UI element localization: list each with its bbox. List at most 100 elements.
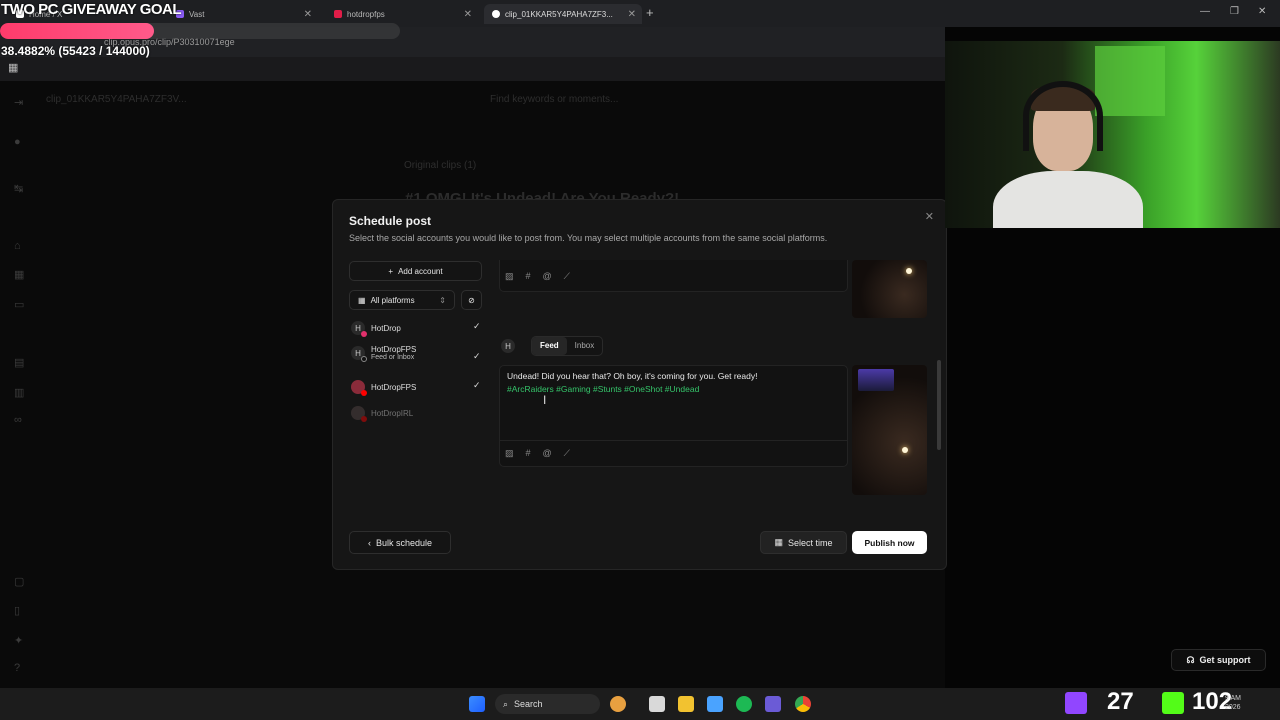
editor-toolbar: ▨ # @ ⟋ (505, 271, 570, 282)
chrome-icon[interactable] (795, 696, 811, 712)
headset-icon: ☊ (1186, 654, 1195, 665)
check-icon: ✓ (473, 351, 481, 361)
chain-icon: ∞ (14, 414, 22, 426)
tab-vast[interactable]: Vast ✕ (168, 4, 318, 24)
avatar-icon: ● (14, 136, 21, 148)
instagram-badge-icon (361, 331, 367, 337)
platform-filter-dropdown[interactable]: ▦ All platforms ⇕ (349, 290, 455, 310)
help-icon: ? (14, 662, 21, 674)
mention-icon[interactable]: @ (543, 271, 552, 282)
account-item-hotdropfps-tiktok[interactable]: H HotDropFPS Feed or Inbox (351, 345, 416, 362)
folder-icon: ▭ (14, 299, 25, 311)
twitch-icon (334, 10, 342, 18)
account-item-hotdropirl[interactable]: HotDropIRL (351, 406, 413, 422)
book-icon: ▯ (14, 605, 21, 617)
add-account-button[interactable]: + Add account (349, 261, 482, 281)
avatar (351, 406, 367, 422)
media-icon[interactable]: ▨ (505, 271, 514, 282)
bg-clip-name: clip_01KKAR5Y4PAHA7ZF3V... (46, 94, 187, 105)
modal-subtitle: Select the social accounts you would lik… (349, 233, 828, 243)
check-icon: ✓ (473, 380, 481, 390)
account-item-hotdrop[interactable]: H HotDrop (351, 321, 401, 337)
close-window-icon[interactable]: ✕ (1258, 6, 1266, 17)
giveaway-progress-bar (0, 23, 400, 39)
hashtag-icon[interactable]: # (526, 448, 531, 459)
magic-wand-icon[interactable]: ⟋ (564, 271, 570, 282)
opus-icon (492, 10, 500, 18)
media-icon[interactable]: ▨ (505, 448, 514, 459)
file-explorer-icon[interactable] (678, 696, 694, 712)
apps-icon: ▦ (14, 269, 25, 281)
bg-original-clips: Original clips (1) (404, 160, 477, 171)
chevron-left-icon: ‹ (367, 537, 371, 548)
post-hashtags: #ArcRaiders #Gaming #Stunts #OneShot #Un… (507, 384, 700, 394)
box-icon: ▢ (14, 576, 25, 588)
post-caption-text[interactable]: Undead! Did you hear that? Oh boy, it's … (507, 370, 837, 396)
close-icon[interactable]: ✕ (925, 210, 934, 223)
close-tab-icon[interactable]: ✕ (464, 9, 472, 20)
thumbnail-webcam (858, 369, 894, 391)
analytics-icon: ▥ (14, 387, 25, 399)
streamer (983, 71, 1143, 228)
bulk-schedule-button[interactable]: ‹ Bulk schedule (349, 531, 451, 554)
clip-thumbnail[interactable] (852, 260, 927, 318)
chevron-updown-icon: ⇕ (439, 295, 446, 305)
notepad-icon[interactable] (707, 696, 723, 712)
hudfx-icon[interactable] (765, 696, 781, 712)
bg-search-placeholder: Find keywords or moments... (490, 94, 619, 105)
screen: Home / X Vast ✕ hotdropfps ✕ clip_01KKAR… (0, 0, 1280, 720)
clock[interactable]: 9 AM 2026 (1225, 694, 1241, 712)
clip-thumbnail[interactable] (852, 365, 927, 495)
maximize-icon[interactable]: ❐ (1230, 6, 1239, 17)
taskbar-search[interactable]: ⌕ Search (495, 694, 600, 714)
tab-clip[interactable]: clip_01KKAR5Y4PAHA7ZF3... ✕ (484, 4, 642, 24)
text-cursor-icon: I (543, 393, 547, 407)
tab-inbox[interactable]: Inbox (567, 337, 603, 355)
youtube-badge-icon (361, 390, 367, 396)
gift-icon: ✦ (14, 635, 24, 647)
minimize-icon[interactable]: — (1200, 6, 1210, 17)
avatar: H (351, 321, 367, 337)
select-time-button[interactable]: ▦ Select time (760, 531, 847, 554)
kick-icon (1162, 692, 1184, 714)
close-tab-icon[interactable]: ✕ (628, 9, 636, 20)
grid-icon: ▦ (358, 295, 366, 305)
giveaway-progress-text: 38.4882% (55423 / 144000) (1, 44, 150, 58)
collapse-icon: ⇥ (14, 97, 24, 109)
close-tab-icon[interactable]: ✕ (304, 9, 312, 20)
apps-grid-icon[interactable]: ▦ (8, 61, 18, 74)
check-circle-icon: ⊘ (468, 295, 475, 305)
home-icon: ⌂ (14, 240, 21, 252)
webcam-overlay (945, 41, 1280, 228)
spotify-icon[interactable] (736, 696, 752, 712)
viewer-count: 27 (1107, 688, 1134, 715)
taskbar (0, 688, 1280, 720)
windows-start-icon[interactable] (469, 696, 485, 712)
weather-icon[interactable] (610, 696, 626, 712)
bookmarks-bar (0, 57, 945, 81)
tiktok-badge-icon (361, 356, 367, 362)
get-support-button[interactable]: ☊ Get support (1171, 649, 1266, 671)
check-icon: ✓ (473, 321, 481, 331)
modal-title: Schedule post (349, 214, 432, 228)
giveaway-title: TWO PC GIVEAWAY GOAL (1, 1, 182, 18)
magic-wand-icon[interactable]: ⟋ (564, 448, 570, 459)
new-tab-icon[interactable]: + (646, 5, 654, 20)
account-item-hotdropfps-youtube[interactable]: HotDropFPS (351, 380, 416, 396)
composer-avatar: H (501, 339, 515, 353)
avatar: H (351, 346, 367, 362)
giveaway-progress-fill (0, 23, 154, 39)
tab-feed[interactable]: Feed (532, 337, 567, 355)
link-icon: ↹ (14, 183, 24, 195)
select-all-button[interactable]: ⊘ (461, 290, 482, 310)
mention-icon[interactable]: @ (543, 448, 552, 459)
schedule-post-modal: Schedule post Select the social accounts… (332, 199, 947, 570)
post-type-toggle: Feed Inbox (531, 336, 604, 356)
tab-hotdropfps[interactable]: hotdropfps ✕ (326, 4, 478, 24)
calendar-icon: ▤ (14, 357, 25, 369)
twitch-icon (1065, 692, 1087, 714)
hashtag-icon[interactable]: # (526, 271, 531, 282)
publish-now-button[interactable]: Publish now (852, 531, 927, 554)
scrollbar[interactable] (937, 360, 941, 450)
task-view-icon[interactable] (649, 696, 665, 712)
